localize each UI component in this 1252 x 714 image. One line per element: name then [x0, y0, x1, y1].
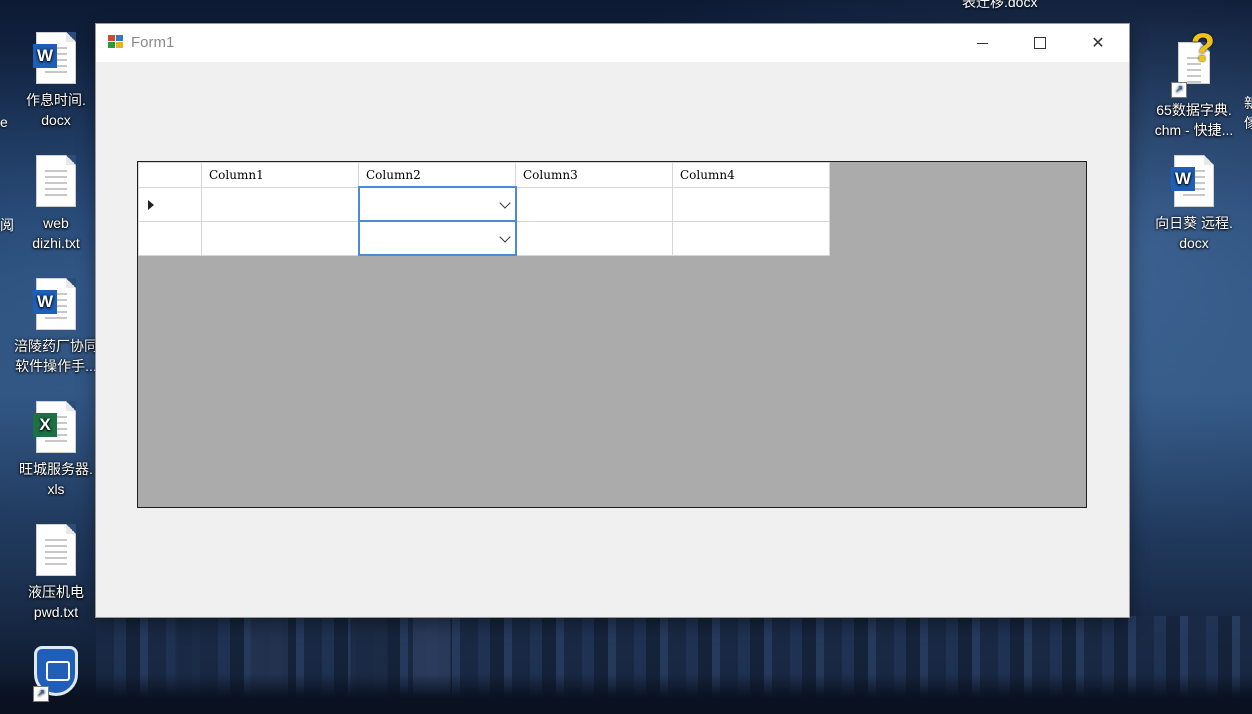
desktop-icon-label: dizhi.txt [32, 235, 80, 251]
shortcut-arrow-icon: ↗ [33, 686, 49, 702]
desktop-clipped-label: 表迁移.docx [962, 0, 1038, 10]
grid-cell[interactable] [201, 220, 359, 256]
desktop-icon-word[interactable]: W 向日葵 远程. docx [1152, 155, 1236, 253]
word-icon: W [1171, 167, 1195, 191]
chevron-down-icon[interactable] [498, 231, 511, 243]
desktop-clipped-label: 傢 [1244, 115, 1252, 131]
column-header[interactable]: Column1 [201, 162, 359, 188]
desktop-icon-excel[interactable]: X 旺城服务器. xls [14, 401, 98, 499]
word-icon: W [33, 44, 57, 68]
window-title: Form1 [131, 34, 175, 51]
desktop-icon-word[interactable]: W 涪陵药厂协同 软件操作手... [14, 278, 98, 376]
grid-cell[interactable] [201, 186, 359, 222]
form-client-area: Column1 Column2 Column3 Column4 [96, 62, 1129, 617]
row-header[interactable] [138, 220, 202, 256]
form-app-icon [108, 35, 124, 49]
desktop-clipped-label: 新 [1244, 95, 1252, 111]
desktop-icon-help-shortcut[interactable]: ? ↗ 65数据字典. chm - 快捷... [1152, 26, 1236, 140]
combo-box-cell[interactable] [357, 220, 517, 256]
chevron-down-icon[interactable] [498, 197, 511, 209]
text-file-icon [36, 524, 76, 576]
column-header-row: Column1 Column2 Column3 Column4 [138, 162, 830, 188]
desktop-icon-label: chm - 快捷... [1154, 122, 1234, 138]
desktop-icon-text[interactable]: 液压机电 pwd.txt [14, 524, 98, 622]
desktop-icon-label: 65数据字典. [1156, 102, 1232, 118]
desktop-icon-text[interactable]: web dizhi.txt [14, 155, 98, 253]
desktop-icon-label: 作息时间. [26, 92, 86, 108]
current-row-indicator-icon [148, 199, 154, 210]
desktop-icon-label: xls [47, 481, 65, 497]
form-window: Form1 ✕ Column1 Column2 Column3 Column4 [96, 24, 1129, 617]
table-row [138, 220, 830, 256]
desktop-icon-label: docx [1179, 235, 1209, 251]
column-header[interactable]: Column4 [672, 162, 830, 188]
close-icon: ✕ [1091, 35, 1105, 52]
excel-icon: X [33, 413, 57, 437]
minimize-button[interactable] [953, 24, 1011, 62]
grid-corner-header[interactable] [138, 162, 202, 188]
desktop-clipped-label: e [0, 114, 8, 130]
word-icon: W [33, 290, 57, 314]
grid-cell[interactable] [672, 220, 830, 256]
grid-cell[interactable] [515, 220, 673, 256]
close-button[interactable]: ✕ [1069, 24, 1127, 62]
desktop-icon-label: 涪陵药厂协同 [14, 338, 98, 354]
desktop-icon-word[interactable]: W 作息时间. docx [14, 32, 98, 130]
title-bar[interactable]: Form1 ✕ [96, 24, 1129, 62]
wallpaper-ground [0, 674, 1252, 714]
maximize-button[interactable] [1011, 24, 1069, 62]
desktop-icon-label: web [43, 215, 69, 231]
column-header[interactable]: Column3 [515, 162, 673, 188]
desktop-clipped-label: 阅 [0, 217, 14, 233]
grid-cell[interactable] [672, 186, 830, 222]
combo-box-cell[interactable] [357, 186, 517, 222]
desktop-icon-label: 软件操作手... [15, 358, 97, 374]
desktop-icon-label: 液压机电 [28, 584, 84, 600]
grid-cell[interactable] [515, 186, 673, 222]
minimize-icon [976, 42, 988, 44]
column-header[interactable]: Column2 [358, 162, 516, 188]
maximize-icon [1034, 37, 1046, 49]
data-grid-view[interactable]: Column1 Column2 Column3 Column4 [137, 161, 1087, 508]
help-question-icon: ? [1190, 26, 1215, 70]
desktop-icon-label: pwd.txt [33, 604, 79, 620]
desktop-icon-label: 向日葵 远程. [1155, 215, 1233, 231]
desktop-icon-label: docx [41, 112, 71, 128]
table-row [138, 186, 830, 222]
data-grid-table: Column1 Column2 Column3 Column4 [138, 162, 830, 256]
shortcut-arrow-icon: ↗ [1171, 82, 1187, 98]
text-file-icon [36, 155, 76, 207]
desktop-icon-security-app[interactable]: ↗ [14, 646, 98, 704]
desktop-icon-label: 旺城服务器. [19, 461, 93, 477]
row-header[interactable] [138, 186, 202, 222]
